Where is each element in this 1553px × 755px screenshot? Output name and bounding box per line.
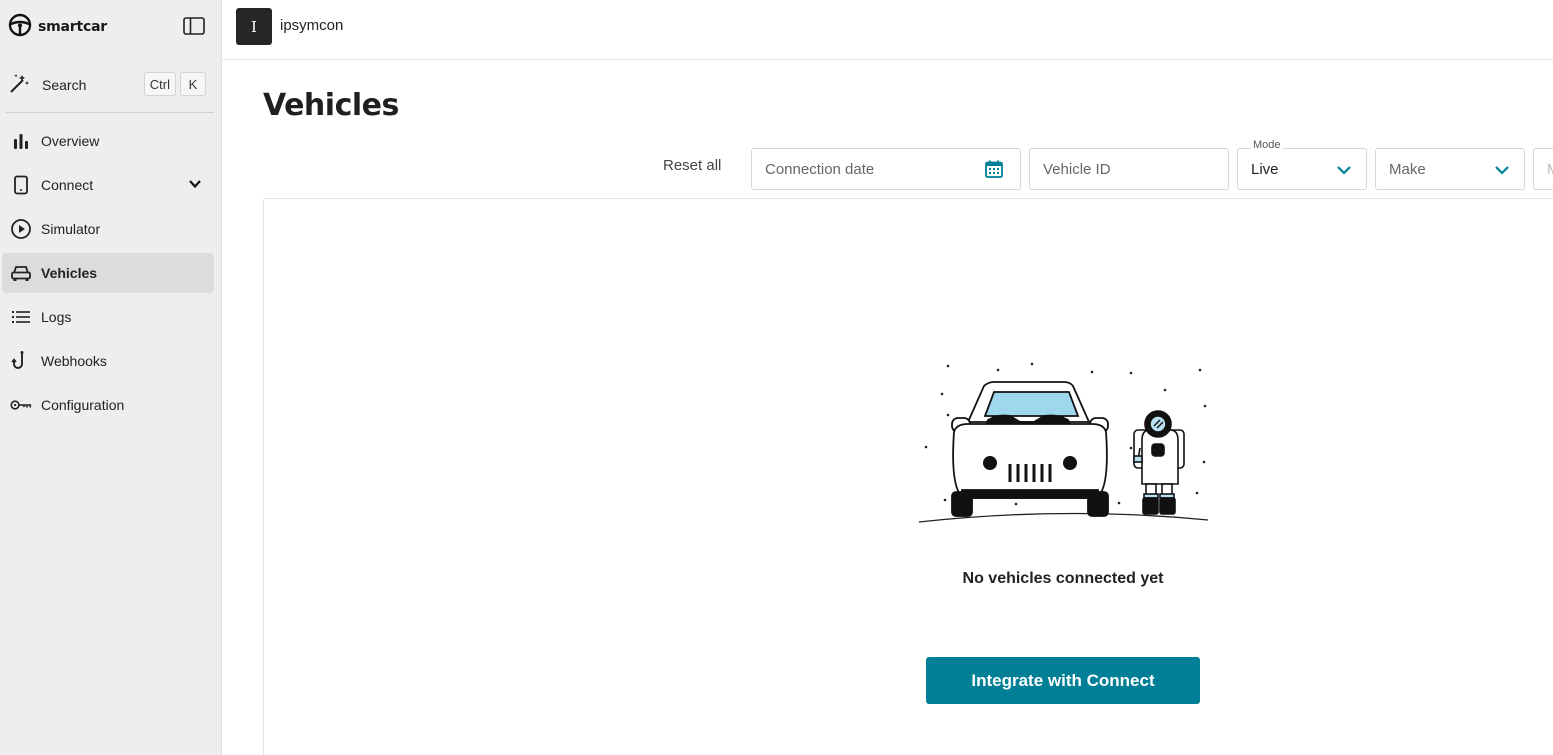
sidebar-item-label: Configuration — [41, 397, 125, 413]
sidebar-item-label: Simulator — [41, 221, 101, 237]
search-button[interactable]: Search Ctrl K — [8, 71, 208, 99]
sidebar-item-simulator[interactable]: Simulator — [2, 209, 214, 249]
chevron-down-icon[interactable] — [188, 177, 202, 196]
vehicle-id-field[interactable]: Vehicle ID — [1029, 148, 1229, 190]
connection-date-placeholder: Connection date — [765, 160, 875, 178]
top-bar: I ipsymcon — [222, 0, 1553, 60]
bar-chart-icon — [10, 130, 32, 152]
model-select[interactable]: M — [1533, 148, 1553, 190]
steering-wheel-icon — [8, 13, 32, 42]
tablet-icon — [10, 174, 32, 196]
app-root: smartcar Search Ctrl K Overview Connect … — [0, 0, 1553, 755]
sidebar-toggle-button[interactable] — [182, 16, 206, 40]
play-circle-icon — [10, 218, 32, 240]
sidebar-toggle-icon — [183, 16, 205, 40]
workspace-avatar[interactable]: I — [236, 8, 272, 45]
sidebar-item-vehicles[interactable]: Vehicles — [2, 253, 214, 293]
mode-label: Mode — [1251, 139, 1283, 151]
integrate-with-connect-button[interactable]: Integrate with Connect — [926, 657, 1200, 704]
hook-icon — [10, 350, 32, 372]
sidebar-item-label: Logs — [41, 309, 72, 325]
sidebar-item-label: Connect — [41, 177, 94, 193]
mode-value: Live — [1251, 160, 1279, 178]
key-icon — [10, 394, 32, 416]
search-label: Search — [42, 77, 87, 93]
sidebar-item-label: Overview — [41, 133, 100, 149]
empty-state-message: No vehicles connected yet — [962, 570, 1164, 587]
shortcut-key-ctrl: Ctrl — [143, 72, 176, 96]
vehicle-id-placeholder: Vehicle ID — [1043, 160, 1111, 178]
shortcut-key-k: K — [180, 72, 206, 96]
connection-date-field[interactable]: Connection date — [751, 148, 1021, 190]
sidebar: smartcar Search Ctrl K Overview Connect … — [0, 0, 222, 755]
car-icon — [10, 262, 32, 284]
list-icon — [10, 306, 32, 328]
workspace-name[interactable]: ipsymcon — [280, 17, 343, 34]
sidebar-item-overview[interactable]: Overview — [2, 121, 214, 161]
model-placeholder: M — [1547, 161, 1553, 178]
calendar-icon[interactable] — [984, 159, 1004, 183]
sidebar-item-connect[interactable]: Connect — [2, 165, 214, 205]
sidebar-item-logs[interactable]: Logs — [2, 297, 214, 337]
chevron-down-icon — [1494, 163, 1510, 181]
sidebar-nav: Overview Connect Simulator Vehicles Logs… — [0, 121, 222, 429]
reset-all-button[interactable]: Reset all — [663, 157, 721, 174]
brand-name: smartcar — [38, 19, 108, 35]
chevron-down-icon — [1336, 163, 1352, 181]
sidebar-item-label: Webhooks — [41, 353, 107, 369]
vehicles-panel — [263, 198, 1553, 755]
brand[interactable]: smartcar — [8, 13, 108, 42]
magic-wand-icon — [8, 71, 32, 100]
mode-select[interactable]: Live — [1237, 148, 1367, 190]
sidebar-item-webhooks[interactable]: Webhooks — [2, 341, 214, 381]
search-shortcut: Ctrl K — [143, 72, 206, 96]
sidebar-item-configuration[interactable]: Configuration — [2, 385, 214, 425]
sidebar-divider — [6, 112, 214, 113]
page-title: Vehicles — [263, 88, 399, 123]
sidebar-item-label: Vehicles — [41, 265, 98, 281]
empty-state-illustration — [916, 360, 1212, 525]
make-placeholder: Make — [1389, 160, 1426, 178]
make-select[interactable]: Make — [1375, 148, 1525, 190]
